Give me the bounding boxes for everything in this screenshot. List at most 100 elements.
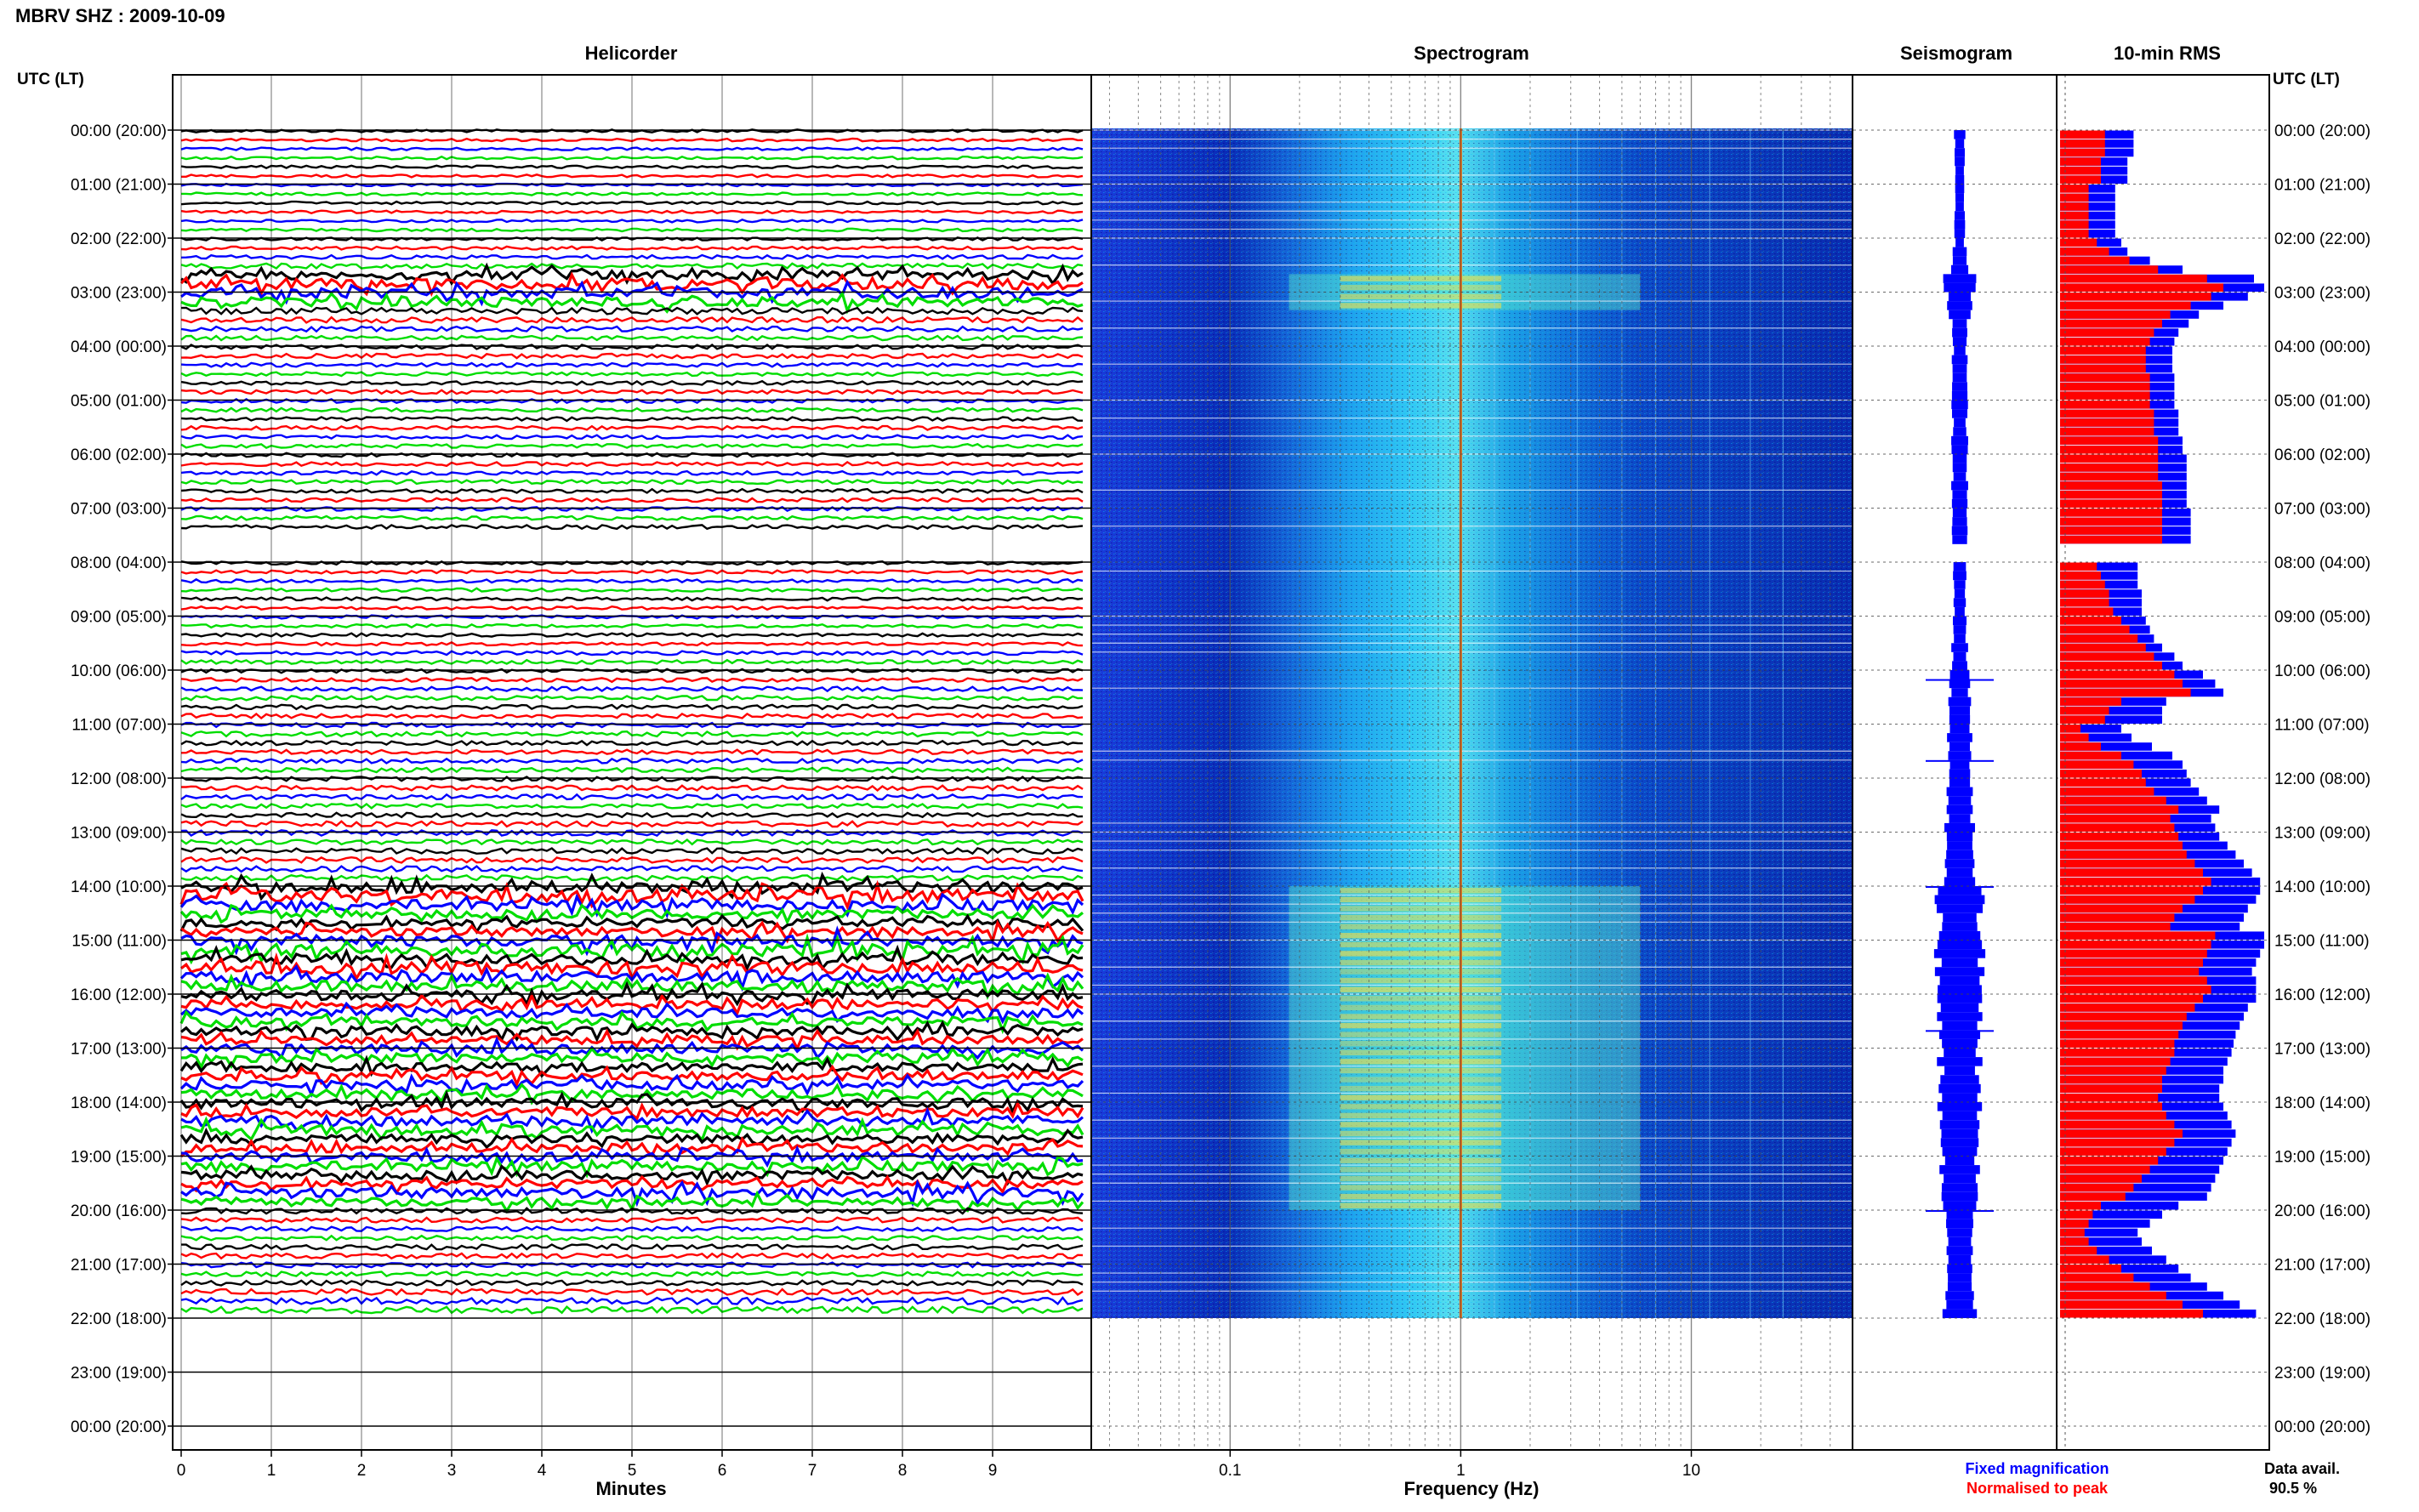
rms-bar-normalised: [2060, 850, 2187, 859]
spectrogram-peak-band: [1340, 977, 1502, 984]
seismogram-segment: [1951, 409, 1968, 418]
minute-tick-label: 4: [538, 1462, 547, 1480]
seismogram-segment: [1937, 1057, 1983, 1066]
rms-bar-normalised: [2060, 517, 2162, 526]
rms-bar-normalised: [2060, 742, 2101, 751]
seismogram-segment: [1949, 814, 1971, 823]
seismogram-segment: [1949, 769, 1971, 778]
seismogram-segment: [1941, 1128, 1978, 1139]
rms-bar-normalised: [2060, 904, 2183, 913]
rms-bar-normalised: [2060, 679, 2183, 688]
rms-bar-normalised: [2060, 751, 2121, 760]
time-tick-label-right: 22:00 (18:00): [2274, 1310, 2371, 1328]
rms-bar-normalised: [2060, 1265, 2121, 1273]
time-tick-label-left: 23:00 (19:00): [71, 1365, 167, 1383]
time-tick-label-right: 15:00 (11:00): [2274, 933, 2370, 951]
rms-bar-normalised: [2060, 274, 2207, 283]
seismogram-segment: [1944, 1048, 1976, 1058]
time-tick-label-right: 21:00 (17:00): [2274, 1257, 2371, 1275]
seismogram-segment: [1951, 480, 1968, 491]
seismogram-spike: [1926, 886, 1994, 888]
rms-bar-normalised: [2060, 401, 2150, 409]
rms-bar-normalised: [2060, 337, 2150, 346]
minutes-axis-label: Minutes: [595, 1478, 666, 1499]
seismogram-segment: [1945, 1291, 1974, 1300]
minute-tick-label: 5: [628, 1462, 637, 1480]
rms-bar-normalised: [2060, 733, 2089, 742]
rms-bar-normalised: [2060, 859, 2195, 868]
time-tick-label-left: 09:00 (05:00): [71, 609, 167, 627]
seismogram-segment: [1954, 130, 1966, 139]
rms-bar-normalised: [2060, 1192, 2126, 1201]
rms-bar-normalised: [2060, 1309, 2203, 1318]
seismogram-segment: [1938, 985, 1982, 994]
rms-bar-normalised: [2060, 949, 2207, 958]
rms-bar-normalised: [2060, 833, 2179, 841]
seismogram-segment: [1938, 1083, 1981, 1094]
helicorder-title: Helicorder: [585, 43, 678, 64]
rms-bar-normalised: [2060, 823, 2175, 832]
minute-tick-label: 8: [898, 1462, 908, 1480]
seismogram-segment: [1947, 841, 1972, 850]
spectrogram-peak-band: [1340, 1032, 1502, 1037]
spectrogram-peak-band: [1340, 285, 1502, 291]
seismogram-segment: [1954, 588, 1966, 599]
seismogram-segment: [1940, 1138, 1979, 1147]
rms-bar-normalised: [2060, 1111, 2166, 1120]
time-tick-label-right: 13:00 (09:00): [2274, 825, 2371, 843]
rms-bar-normalised: [2060, 589, 2109, 598]
rms-panel: [2060, 130, 2264, 1318]
seismogram-spike: [1926, 1030, 1994, 1032]
seismogram-segment: [1955, 156, 1965, 167]
seismogram-segment: [1952, 508, 1967, 518]
rms-bar-normalised: [2060, 1174, 2142, 1183]
rms-bar-normalised: [2060, 580, 2105, 589]
time-tick-label-right: 20:00 (16:00): [2274, 1202, 2371, 1220]
rms-bar-normalised: [2060, 148, 2105, 157]
seismogram-segment: [1949, 742, 1971, 752]
rms-bar-normalised: [2060, 994, 2203, 1003]
rms-bar-normalised: [2060, 913, 2175, 922]
spectrogram-peak-band: [1340, 1185, 1502, 1191]
rms-bar-normalised: [2060, 382, 2150, 391]
spectrogram-peak-band: [1340, 924, 1502, 929]
seismogram-segment: [1941, 1191, 1978, 1202]
rms-bar-normalised: [2060, 634, 2138, 643]
spectrogram-peak-band: [1340, 1094, 1502, 1100]
seismogram-segment: [1939, 1120, 1980, 1129]
spectrogram-peak-band: [1340, 1122, 1502, 1128]
seismogram-segment: [1955, 238, 1964, 247]
time-tick-label-right: 12:00 (08:00): [2274, 770, 2371, 788]
rms-bar-normalised: [2060, 922, 2171, 931]
seismogram-segment: [1946, 1219, 1973, 1229]
spectrogram-peak-band: [1340, 1004, 1502, 1011]
seismogram-segment: [1952, 327, 1967, 338]
time-tick-label-left: 16:00 (12:00): [71, 986, 167, 1004]
time-tick-label-left: 18:00 (14:00): [71, 1094, 167, 1112]
rms-bar-normalised: [2060, 643, 2146, 652]
rms-bar-normalised: [2060, 1120, 2175, 1129]
rms-bar-normalised: [2060, 598, 2109, 607]
spectrogram-peak-band: [1340, 1077, 1502, 1083]
seismogram-segment: [1952, 616, 1967, 626]
seismogram-segment: [1952, 463, 1967, 473]
minute-tick-label: 2: [357, 1462, 367, 1480]
rms-bar-normalised: [2060, 319, 2162, 328]
left-time-axis: 00:00 (20:00) 01:00 (21:00) 02:00 (22:00) 0…: [71, 122, 173, 1436]
seismogram-segment: [1947, 1228, 1972, 1237]
rms-bar-normalised: [2060, 185, 2089, 193]
time-tick-label-left: 11:00 (07:00): [71, 717, 167, 735]
data-availability-value: 90.5 %: [2269, 1480, 2317, 1497]
spectrogram-peak-band: [1340, 914, 1502, 921]
time-tick-label-right: 07:00 (03:00): [2274, 501, 2371, 519]
spectrogram-peak-band: [1340, 1112, 1502, 1119]
rms-bar-normalised: [2060, 1183, 2134, 1192]
spectrogram-peak-band: [1340, 1014, 1502, 1020]
time-tick-label-left: 14:00 (10:00): [71, 878, 167, 896]
seismogram-segment: [1955, 193, 1965, 202]
frequency-axis: 0.1 1 10: [1219, 1450, 1700, 1480]
time-tick-label-left: 20:00 (16:00): [71, 1202, 167, 1220]
seismogram-segment: [1952, 535, 1967, 544]
seismogram-segment: [1947, 733, 1972, 742]
rms-bar-normalised: [2060, 1021, 2183, 1030]
